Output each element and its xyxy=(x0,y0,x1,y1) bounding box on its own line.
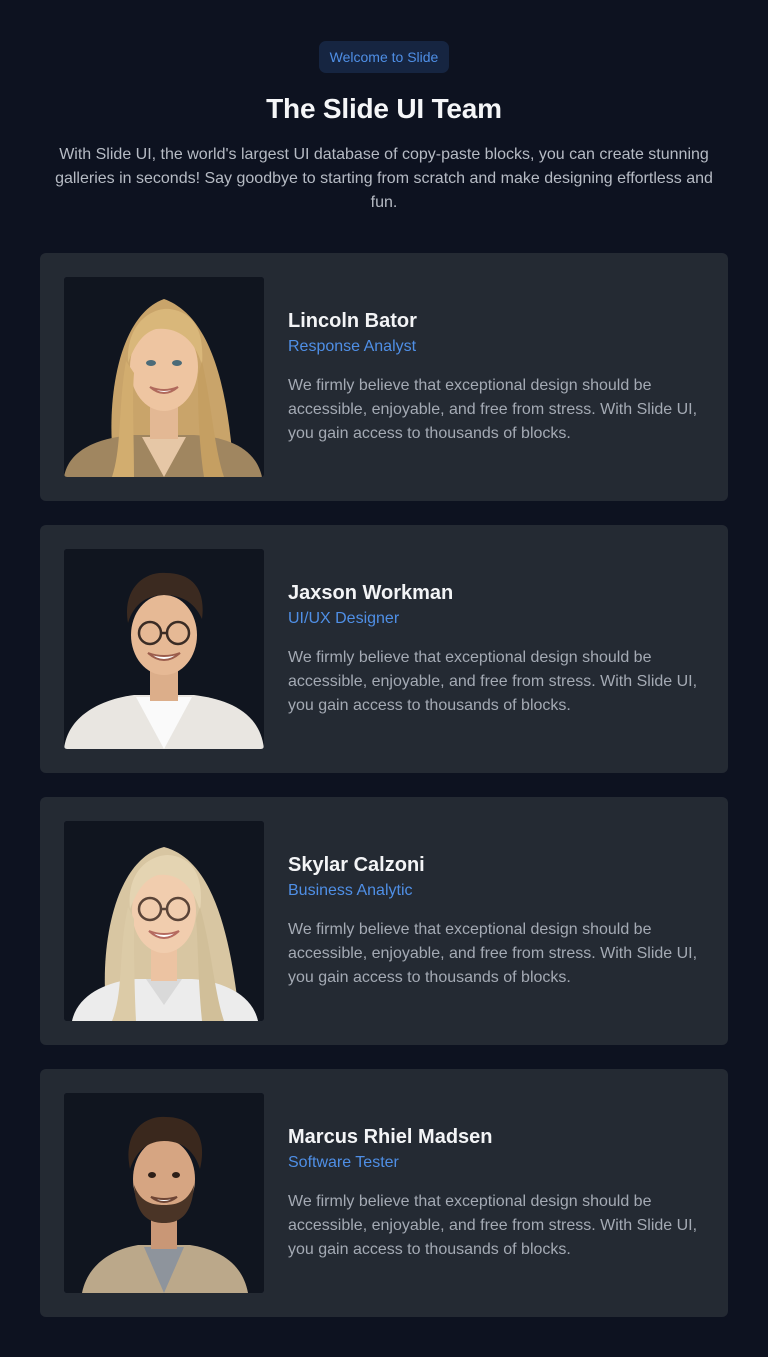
team-member-bio: We firmly believe that exceptional desig… xyxy=(288,921,698,986)
welcome-badge: Welcome to Slide xyxy=(318,41,450,73)
portrait-man-glasses-icon xyxy=(64,549,264,749)
page-title: The Slide UI Team xyxy=(266,93,502,124)
team-member-info: Lincoln Bator Response Analyst We firmly… xyxy=(288,308,704,446)
team-member-photo xyxy=(64,1093,264,1293)
team-card: Lincoln Bator Response Analyst We firmly… xyxy=(40,253,728,501)
team-list: Lincoln Bator Response Analyst We firmly… xyxy=(40,253,728,1341)
team-member-photo xyxy=(64,277,264,477)
team-card: Marcus Rhiel Madsen Software Tester We f… xyxy=(40,1069,728,1317)
page-description: With Slide UI, the world's largest UI da… xyxy=(55,146,713,211)
team-member-name: Jaxson Workman xyxy=(288,582,454,604)
team-member-photo xyxy=(64,549,264,749)
team-member-info: Jaxson Workman UI/UX Designer We firmly … xyxy=(288,580,704,718)
team-section: Welcome to Slide The Slide UI Team With … xyxy=(0,0,768,1357)
team-member-photo xyxy=(64,821,264,1021)
team-member-bio: We firmly believe that exceptional desig… xyxy=(288,377,698,442)
team-member-name: Marcus Rhiel Madsen xyxy=(288,1126,493,1148)
team-member-name: Skylar Calzoni xyxy=(288,854,425,876)
portrait-woman-long-blonde-hair-icon xyxy=(64,277,264,477)
team-member-info: Marcus Rhiel Madsen Software Tester We f… xyxy=(288,1124,704,1262)
badge-wrapper: Welcome to Slide xyxy=(0,41,768,73)
team-member-role: Response Analyst xyxy=(288,338,417,355)
team-card: Skylar Calzoni Business Analytic We firm… xyxy=(40,797,728,1045)
team-member-name: Lincoln Bator xyxy=(288,310,417,332)
team-member-role: UI/UX Designer xyxy=(288,610,400,627)
team-member-role: Business Analytic xyxy=(288,882,413,899)
team-card: Jaxson Workman UI/UX Designer We firmly … xyxy=(40,525,728,773)
portrait-man-beard-icon xyxy=(64,1093,264,1293)
team-member-role: Software Tester xyxy=(288,1154,399,1171)
team-member-bio: We firmly believe that exceptional desig… xyxy=(288,1193,698,1258)
team-member-info: Skylar Calzoni Business Analytic We firm… xyxy=(288,852,704,990)
portrait-woman-glasses-icon xyxy=(64,821,264,1021)
team-member-bio: We firmly believe that exceptional desig… xyxy=(288,649,698,714)
